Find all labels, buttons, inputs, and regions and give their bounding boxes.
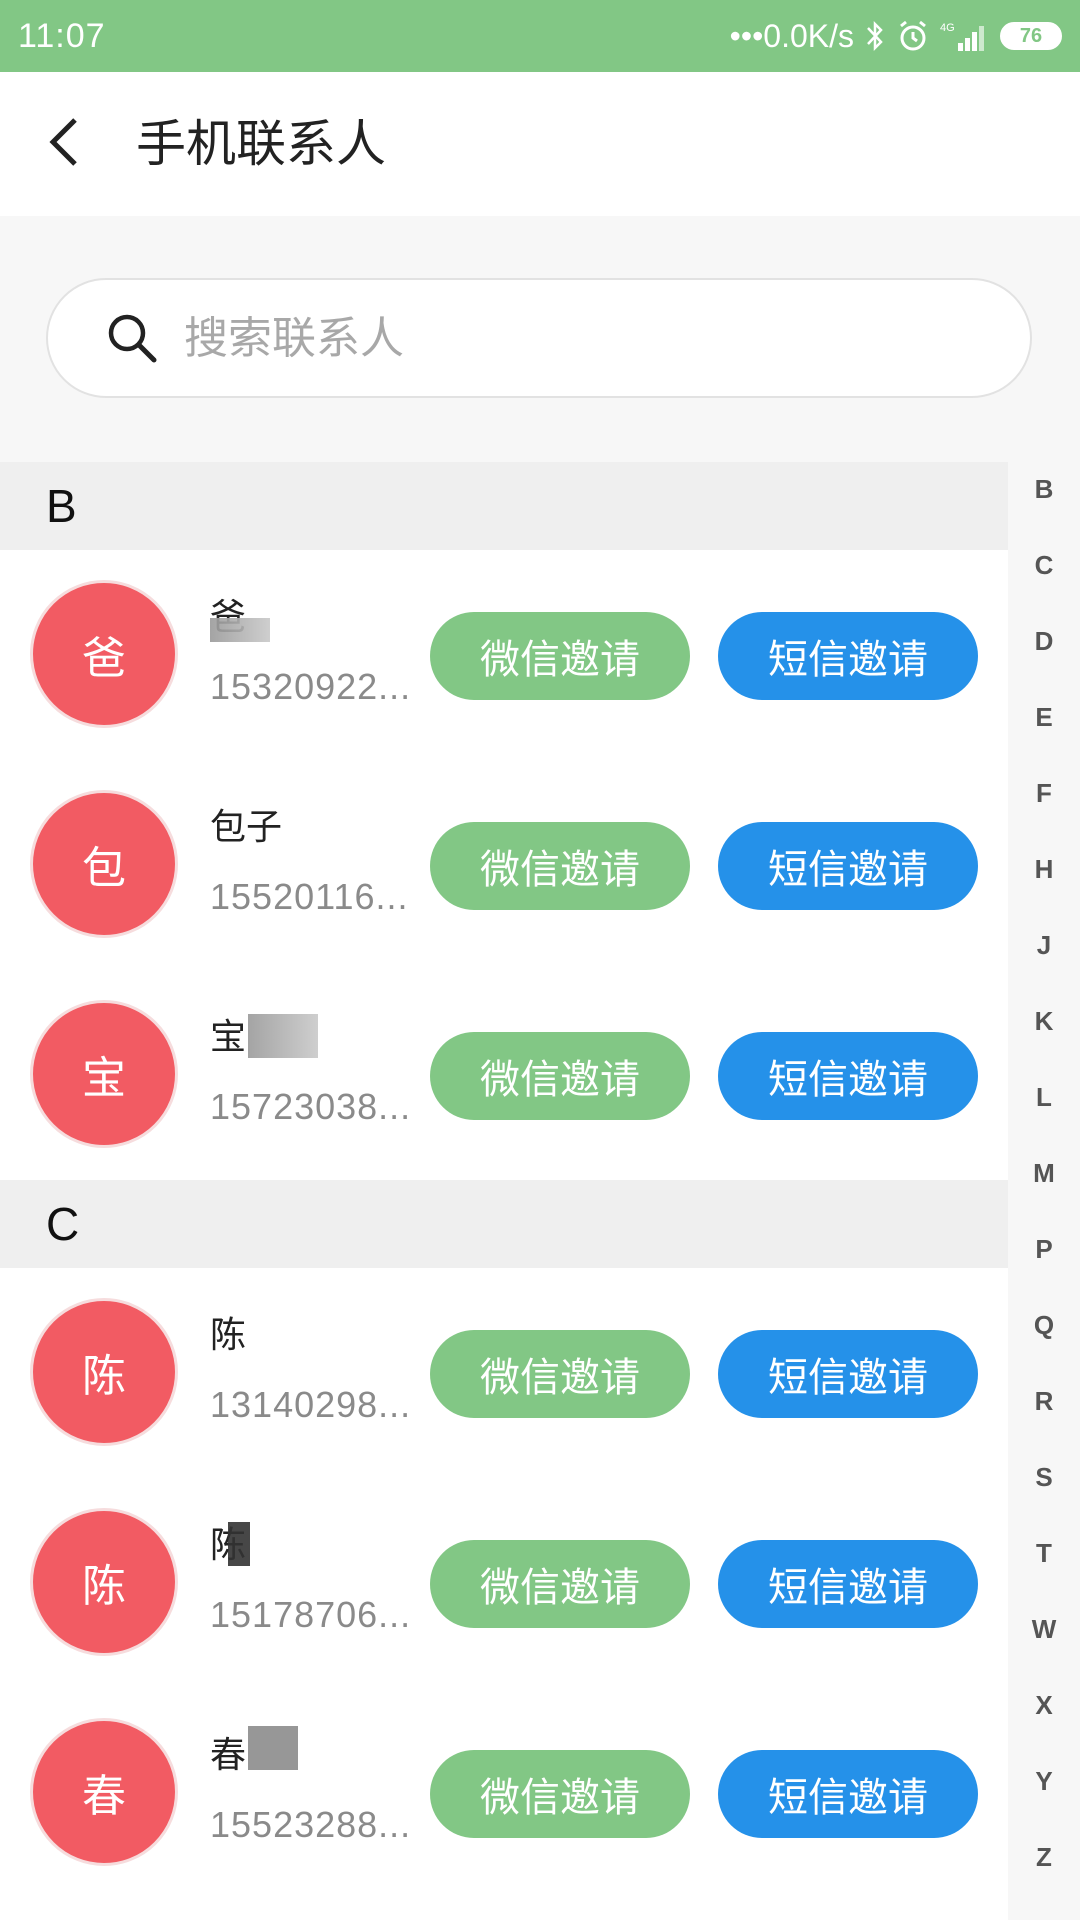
sms-invite-button[interactable]: 短信邀请 — [718, 1032, 978, 1120]
wechat-invite-button[interactable]: 微信邀请 — [430, 1330, 690, 1418]
index-letter-q[interactable]: Q — [1008, 1310, 1080, 1341]
index-letter-y[interactable]: Y — [1008, 1766, 1080, 1797]
avatar: 宝 — [30, 1000, 178, 1148]
alphabet-index-bar[interactable]: B C D E F H J K L M P Q R S T W X Y Z — [1008, 462, 1080, 1920]
index-letter-j[interactable]: J — [1008, 930, 1080, 961]
sms-invite-button[interactable]: 短信邀请 — [718, 1540, 978, 1628]
signal-icon: 4G — [940, 19, 990, 53]
index-letter-z[interactable]: Z — [1008, 1842, 1080, 1873]
contact-row[interactable]: 爸 爸 15320922... 微信邀请 短信邀请 — [0, 550, 1008, 760]
contact-name: 春 — [210, 1726, 420, 1780]
contact-phone: 15523288... — [210, 1804, 412, 1845]
index-letter-p[interactable]: P — [1008, 1234, 1080, 1265]
contact-phone: 15320922... — [210, 666, 412, 707]
contact-list: B 爸 爸 15320922... 微信邀请 短信邀请 包 包子 1552011… — [0, 462, 1008, 1898]
index-letter-r[interactable]: R — [1008, 1386, 1080, 1417]
page-title: 手机联系人 — [136, 115, 386, 173]
contact-name: 陈 — [210, 1516, 420, 1570]
index-letter-k[interactable]: K — [1008, 1006, 1080, 1037]
redaction-blur — [210, 618, 270, 642]
battery-icon: 76 — [1000, 22, 1062, 50]
contact-row[interactable]: 陈 陈 15178706... 微信邀请 短信邀请 — [0, 1478, 1008, 1688]
avatar: 陈 — [30, 1508, 178, 1656]
index-letter-e[interactable]: E — [1008, 702, 1080, 733]
alarm-icon — [896, 19, 930, 53]
redaction-blur — [248, 1726, 298, 1770]
index-letter-x[interactable]: X — [1008, 1690, 1080, 1721]
index-letter-m[interactable]: M — [1008, 1158, 1080, 1189]
index-letter-d[interactable]: D — [1008, 626, 1080, 657]
index-letter-w[interactable]: W — [1008, 1614, 1080, 1645]
sms-invite-button[interactable]: 短信邀请 — [718, 1750, 978, 1838]
index-letter-c[interactable]: C — [1008, 550, 1080, 581]
contact-name: 爸 — [210, 588, 420, 642]
contact-phone: 13140298... — [210, 1384, 412, 1425]
network-speed: •••0.0K/s — [729, 17, 854, 54]
index-letter-h[interactable]: H — [1008, 854, 1080, 885]
sms-invite-button[interactable]: 短信邀请 — [718, 822, 978, 910]
wechat-invite-button[interactable]: 微信邀请 — [430, 1032, 690, 1120]
wechat-invite-button[interactable]: 微信邀请 — [430, 612, 690, 700]
sms-invite-button[interactable]: 短信邀请 — [718, 612, 978, 700]
avatar: 春 — [30, 1718, 178, 1866]
contact-row[interactable]: 宝 宝 15723038... 微信邀请 短信邀请 — [0, 970, 1008, 1180]
contact-row[interactable]: 春 春 15523288... 微信邀请 短信邀请 — [0, 1688, 1008, 1898]
contact-phone: 15723038... — [210, 1086, 412, 1127]
index-letter-s[interactable]: S — [1008, 1462, 1080, 1493]
search-box[interactable] — [46, 278, 1032, 398]
avatar: 爸 — [30, 580, 178, 728]
contact-row[interactable]: 陈 陈 13140298... 微信邀请 短信邀请 — [0, 1268, 1008, 1478]
index-letter-l[interactable]: L — [1008, 1082, 1080, 1113]
search-icon — [104, 310, 160, 366]
contact-name: 宝 — [210, 1008, 420, 1062]
wechat-invite-button[interactable]: 微信邀请 — [430, 1540, 690, 1628]
section-header-c: C — [0, 1180, 1008, 1268]
search-area — [0, 216, 1080, 462]
svg-text:4G: 4G — [940, 22, 955, 34]
status-icons: •••0.0K/s 4G 76 — [730, 18, 1062, 55]
contact-phone: 15178706... — [210, 1594, 412, 1635]
status-bar: 11:07 •••0.0K/s 4G 76 — [0, 0, 1080, 72]
index-letter-b[interactable]: B — [1008, 474, 1080, 505]
status-time: 11:07 — [18, 16, 106, 55]
contact-row[interactable]: 包 包子 15520116... 微信邀请 短信邀请 — [0, 760, 1008, 970]
section-header-b: B — [0, 462, 1008, 550]
bluetooth-icon — [864, 20, 886, 52]
sms-invite-button[interactable]: 短信邀请 — [718, 1330, 978, 1418]
contact-phone: 15520116... — [210, 876, 409, 917]
chevron-left-icon — [47, 116, 81, 172]
index-letter-f[interactable]: F — [1008, 778, 1080, 809]
back-button[interactable] — [36, 116, 92, 172]
wechat-invite-button[interactable]: 微信邀请 — [430, 822, 690, 910]
app-header: 手机联系人 — [0, 72, 1080, 216]
wechat-invite-button[interactable]: 微信邀请 — [430, 1750, 690, 1838]
index-letter-t[interactable]: T — [1008, 1538, 1080, 1569]
contact-name: 包子 — [210, 807, 283, 848]
avatar: 包 — [30, 790, 178, 938]
search-input[interactable] — [182, 311, 886, 365]
contact-name: 陈 — [210, 1315, 247, 1356]
avatar: 陈 — [30, 1298, 178, 1446]
redaction-blur — [228, 1522, 250, 1566]
redaction-blur — [248, 1014, 318, 1058]
